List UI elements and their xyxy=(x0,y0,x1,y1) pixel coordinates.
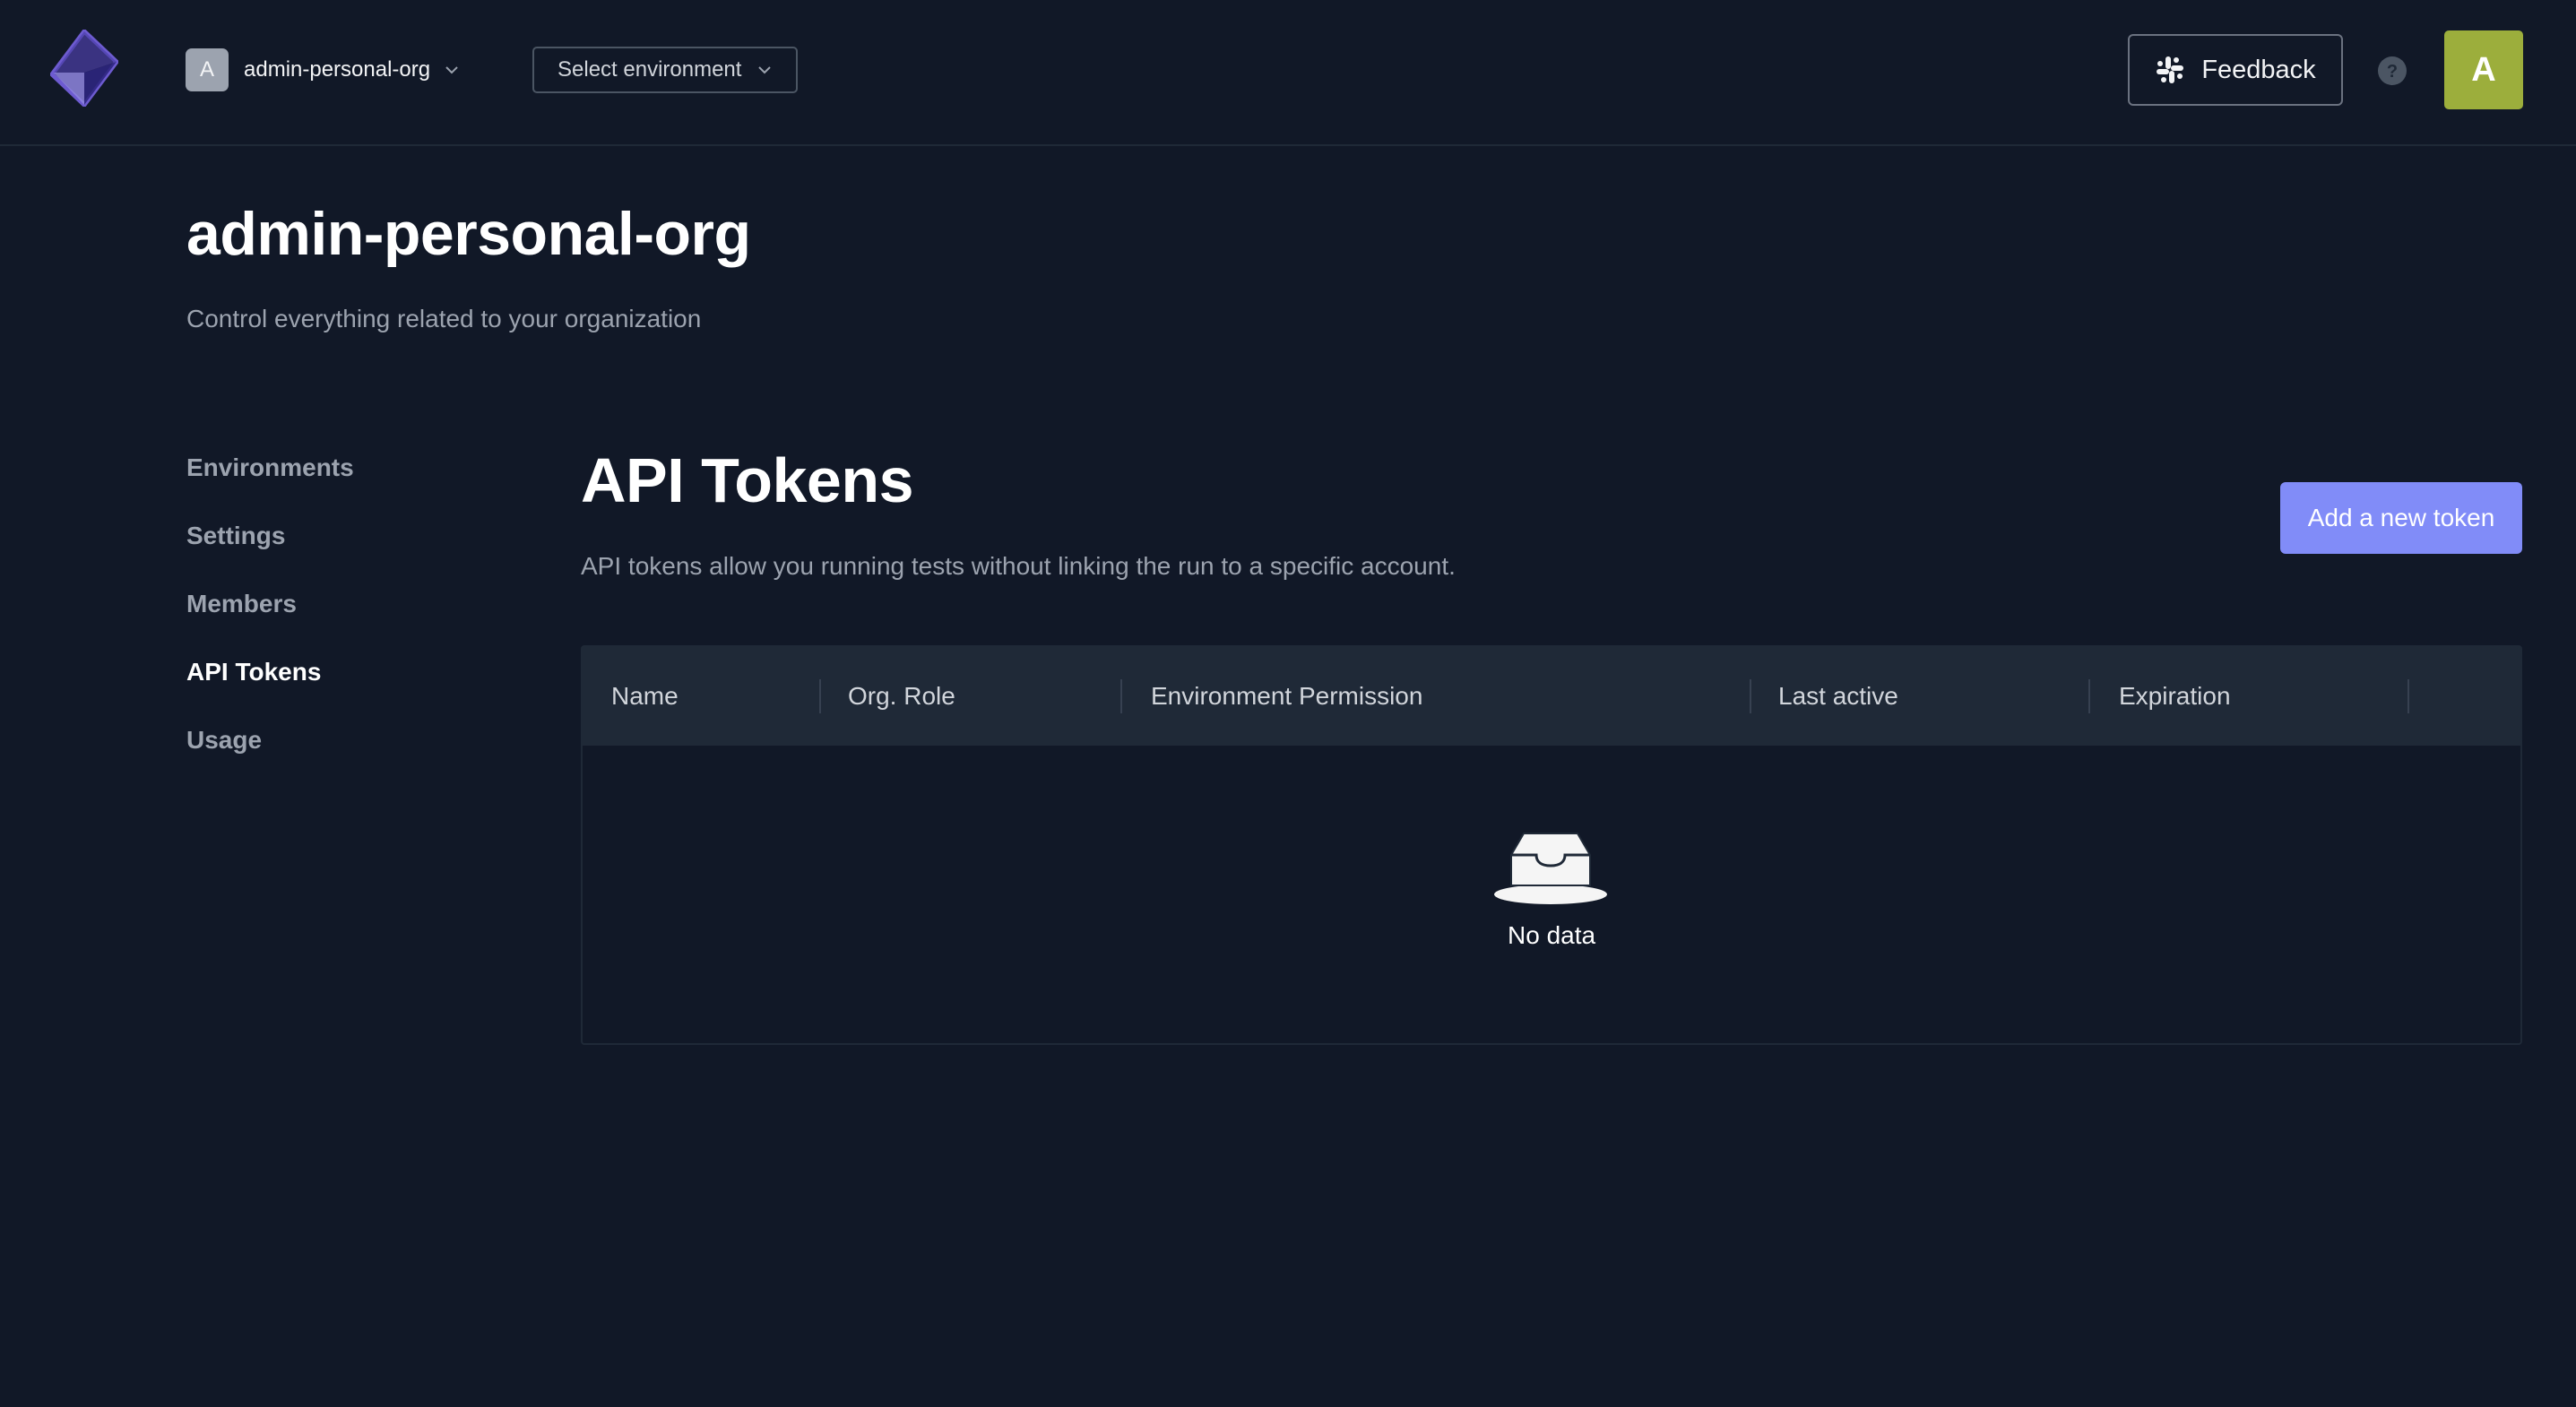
environment-select[interactable]: Select environment xyxy=(532,47,798,93)
org-avatar: A xyxy=(186,48,229,91)
section-subtitle: API tokens allow you running tests witho… xyxy=(581,552,1456,580)
feedback-label: Feedback xyxy=(2201,55,2316,84)
column-header-name[interactable]: Name xyxy=(611,679,679,713)
sidenav-item-members[interactable]: Members xyxy=(186,586,354,654)
page-title: admin-personal-org xyxy=(186,200,751,268)
column-divider xyxy=(1750,679,1751,713)
chevron-down-icon xyxy=(758,66,772,74)
settings-sidenav: Environments Settings Members API Tokens… xyxy=(186,450,354,790)
sidenav-item-settings[interactable]: Settings xyxy=(186,518,354,586)
org-name: admin-personal-org xyxy=(244,57,431,82)
sidenav-item-api-tokens[interactable]: API Tokens xyxy=(186,654,354,722)
feedback-button[interactable]: Feedback xyxy=(2128,34,2343,106)
svg-text:?: ? xyxy=(2387,62,2398,82)
empty-state-text: No data xyxy=(1508,921,1596,949)
logo-icon[interactable] xyxy=(50,30,118,107)
section-title: API Tokens xyxy=(581,445,914,515)
column-header-org-role[interactable]: Org. Role xyxy=(848,679,955,713)
environment-select-label: Select environment xyxy=(558,57,742,82)
table-header: Name Org. Role Environment Permission La… xyxy=(583,647,2520,746)
page-subtitle: Control everything related to your organ… xyxy=(186,305,702,332)
column-divider xyxy=(1120,679,1122,713)
org-switcher[interactable]: A admin-personal-org xyxy=(186,48,459,91)
empty-inbox-icon xyxy=(1494,833,1607,904)
top-bar: A admin-personal-org Select environment xyxy=(0,0,2576,146)
sidenav-item-environments[interactable]: Environments xyxy=(186,450,354,518)
slack-icon xyxy=(2157,56,2184,83)
help-icon[interactable]: ? xyxy=(2377,56,2407,86)
chevron-down-icon xyxy=(445,66,458,74)
column-header-last-active[interactable]: Last active xyxy=(1778,679,1898,713)
app-window: A admin-personal-org Select environment xyxy=(0,0,2576,1407)
column-divider xyxy=(819,679,821,713)
user-avatar[interactable]: A xyxy=(2444,30,2523,109)
column-header-environment-permission[interactable]: Environment Permission xyxy=(1151,679,1422,713)
column-header-expiration[interactable]: Expiration xyxy=(2119,679,2231,713)
sidenav-item-usage[interactable]: Usage xyxy=(186,722,354,790)
column-divider xyxy=(2088,679,2090,713)
column-divider xyxy=(2407,679,2409,713)
add-token-button[interactable]: Add a new token xyxy=(2280,482,2522,554)
